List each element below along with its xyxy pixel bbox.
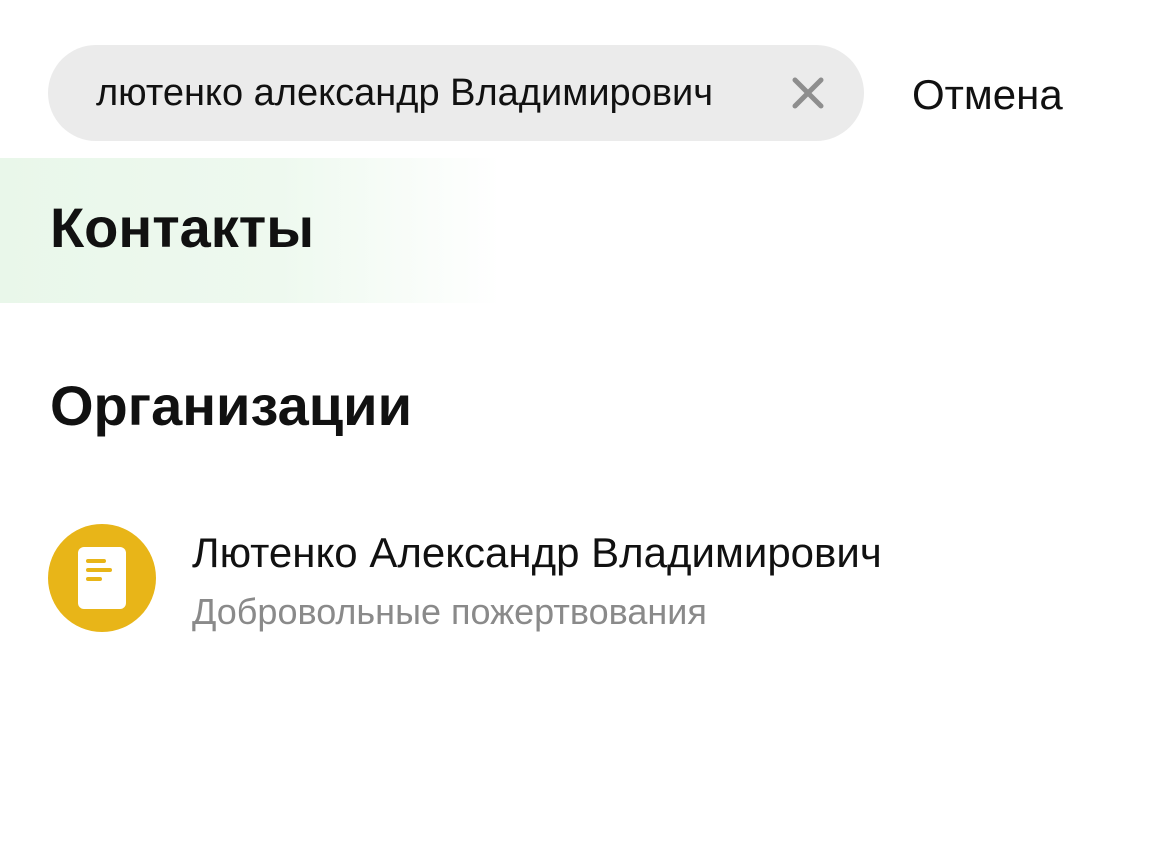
contacts-section: Контакты [0,158,1170,303]
close-icon[interactable] [788,73,828,113]
contacts-section-title: Контакты [50,196,315,259]
avatar [48,524,156,632]
organization-list-item[interactable]: Лютенко Александр Владимирович Доброволь… [48,520,1128,640]
search-results-screen: Отмена Контакты Организации Лютенко Алек… [0,0,1170,852]
organizations-section-title: Организации [50,374,413,437]
cancel-button[interactable]: Отмена [912,70,1063,120]
search-input[interactable] [96,71,776,115]
organization-subtitle: Добровольные пожертвования [192,591,707,632]
document-icon [78,547,126,609]
organization-name: Лютенко Александр Владимирович [192,529,882,576]
search-bar[interactable] [48,45,864,141]
